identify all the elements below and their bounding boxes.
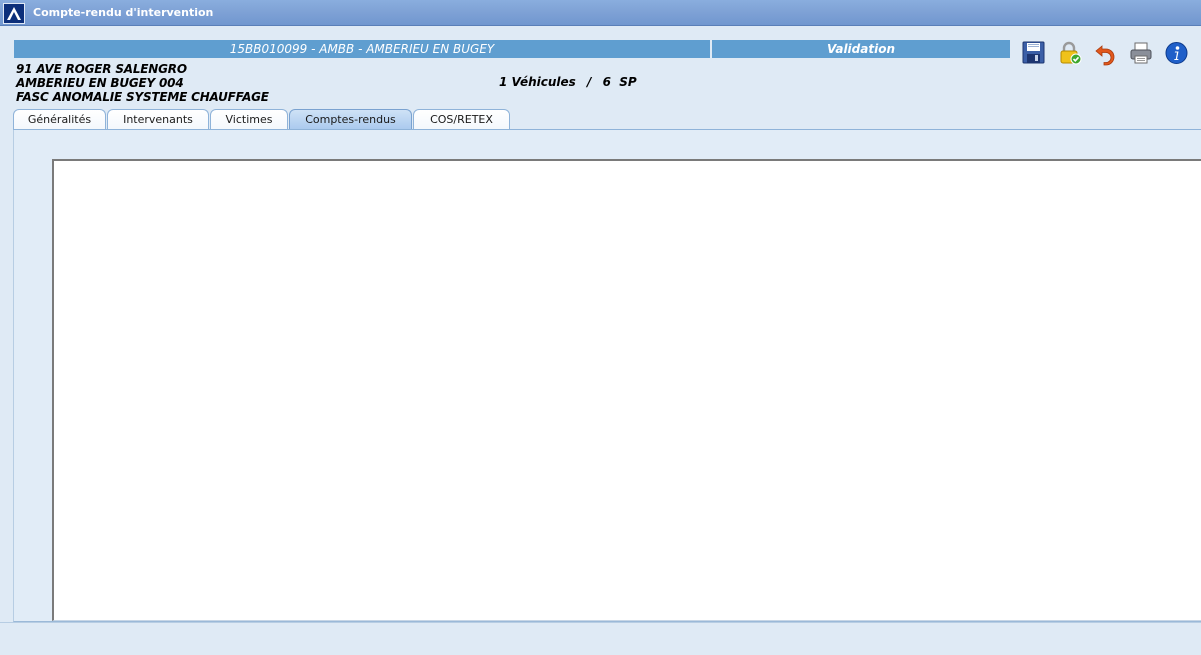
- personnel-count: 6 SP: [602, 75, 637, 89]
- intervention-header: 15BB010099 - AMBB - AMBERIEU EN BUGEY: [14, 40, 710, 58]
- window-title-bar: Compte-rendu d'intervention: [0, 0, 1201, 26]
- app-logo-icon: [3, 3, 25, 24]
- undo-icon[interactable]: [1093, 40, 1119, 66]
- address-line2: AMBERIEU EN BUGEY 004: [16, 76, 184, 90]
- vehicles-summary: 1 Véhicules / 6 SP: [499, 75, 637, 89]
- print-icon[interactable]: [1128, 40, 1154, 66]
- lock-icon[interactable]: [1057, 40, 1083, 66]
- incident-label: FASC ANOMALIE SYSTEME CHAUFFAGE: [16, 90, 269, 104]
- tab-intervenants[interactable]: Intervenants: [107, 109, 209, 130]
- vehicles-count: 1 Véhicules: [499, 75, 576, 89]
- window-title: Compte-rendu d'intervention: [33, 6, 214, 19]
- tab-comptes-rendus[interactable]: Comptes-rendus: [289, 109, 412, 130]
- tab-generalites[interactable]: Généralités: [13, 109, 106, 130]
- save-icon[interactable]: [1021, 40, 1047, 66]
- report-text-editor[interactable]: [52, 159, 1201, 621]
- tab-victimes[interactable]: Victimes: [210, 109, 288, 130]
- status-header: Validation: [712, 40, 1010, 58]
- tab-cos-retex[interactable]: COS/RETEX: [413, 109, 510, 130]
- vehicles-separator: /: [586, 75, 592, 89]
- address-line1: 91 AVE ROGER SALENGRO: [16, 62, 187, 76]
- info-icon[interactable]: [1164, 40, 1190, 66]
- footer-divider: [0, 622, 1201, 623]
